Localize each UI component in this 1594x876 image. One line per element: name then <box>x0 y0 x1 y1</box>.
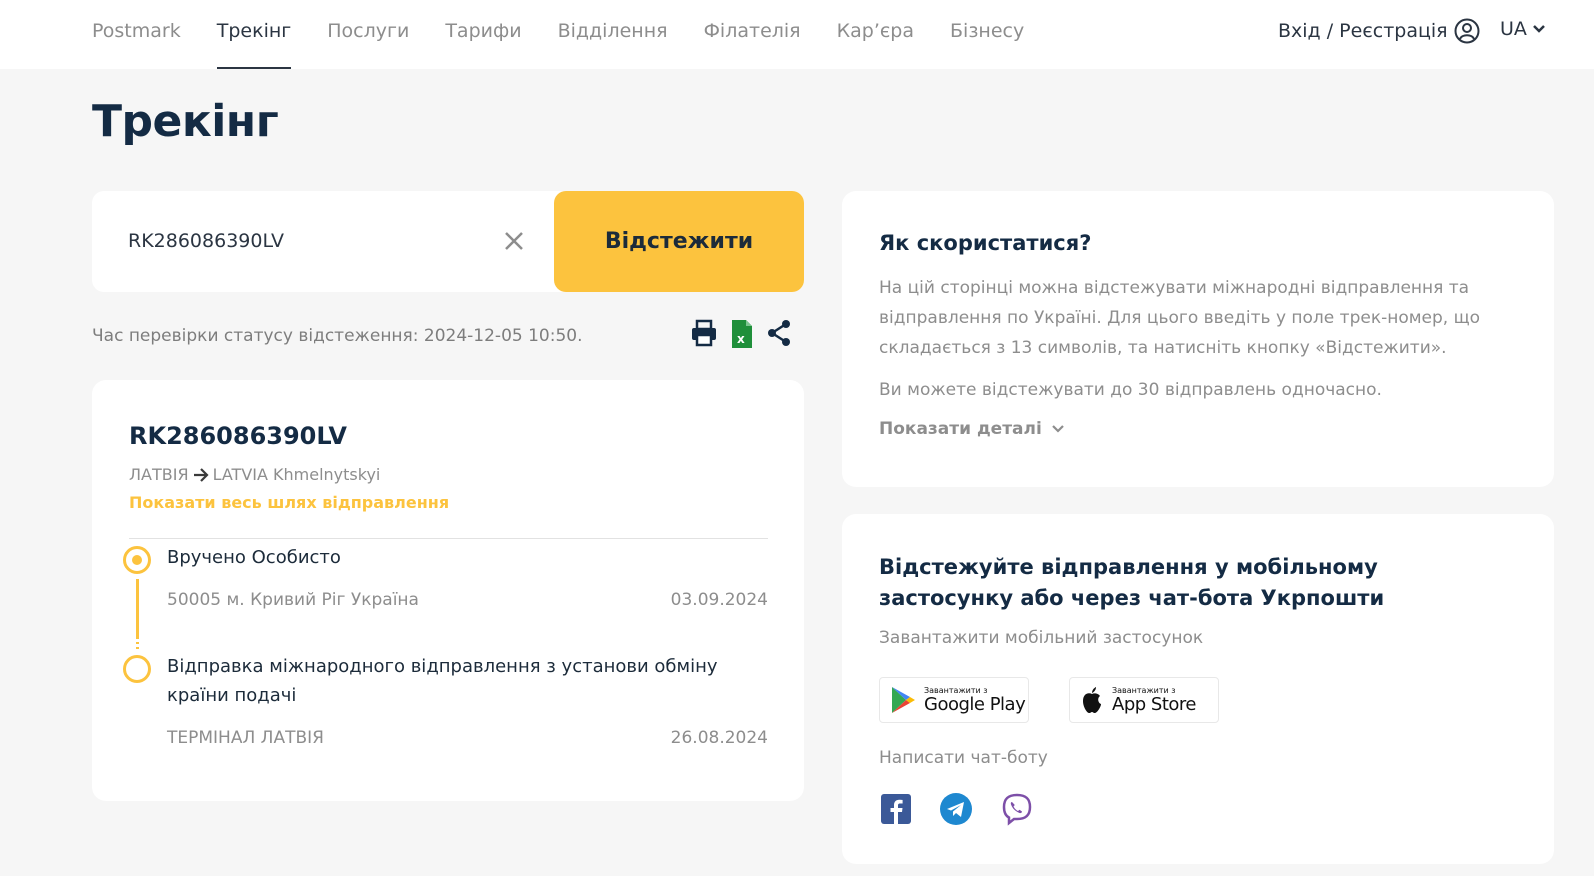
arrow-right-icon <box>193 467 209 482</box>
event-date: 26.08.2024 <box>670 728 768 748</box>
chevron-down-icon <box>1533 25 1545 33</box>
tracking-number: RK286086390LV <box>129 422 347 450</box>
nav-item-tariffs[interactable]: Тарифи <box>445 18 521 69</box>
print-icon[interactable] <box>690 319 718 353</box>
route: ЛАТВІЯ LATVIA Khmelnytskyi <box>129 465 380 484</box>
mobile-app-card: Відстежуйте відправлення у мобільному за… <box>842 514 1554 864</box>
event-date: 03.09.2024 <box>670 590 768 610</box>
tracking-tools: x <box>690 319 804 353</box>
excel-icon[interactable]: x <box>730 319 754 353</box>
timeline-dot-current <box>123 546 151 574</box>
chevron-down-icon <box>1052 425 1064 433</box>
viber-icon[interactable] <box>1000 792 1034 826</box>
help-limit-text: Ви можете відстежувати до 30 відправлень… <box>879 380 1382 400</box>
tracking-search: Відстежити <box>92 191 804 292</box>
show-details-toggle[interactable]: Показати деталі <box>879 419 1064 439</box>
timeline-dotted-line <box>136 637 139 651</box>
login-label: Вхід / Реєстрація <box>1278 20 1448 42</box>
event-place: ТЕРМІНАЛ ЛАТВІЯ <box>167 728 324 748</box>
top-navigation: Postmark Трекінг Послуги Тарифи Відділен… <box>0 0 1594 69</box>
nav-item-services[interactable]: Послуги <box>327 18 409 69</box>
timeline-line <box>136 579 139 637</box>
google-play-badge[interactable]: Завантажити з Google Play <box>879 677 1029 723</box>
telegram-icon[interactable] <box>939 792 973 826</box>
tracking-number-input[interactable] <box>128 225 488 257</box>
app-store-text: App Store <box>1112 693 1196 715</box>
event-place: 50005 м. Кривий Ріг Україна <box>167 590 419 610</box>
page-title: Трекінг <box>92 96 279 147</box>
app-store-badge[interactable]: Завантажити з App Store <box>1069 677 1219 723</box>
status-check-time: Час перевірки статусу відстеження: 2024-… <box>92 326 583 346</box>
nav-item-business[interactable]: Бізнесу <box>950 18 1024 69</box>
show-details-label: Показати деталі <box>879 419 1042 439</box>
show-full-path-link[interactable]: Показати весь шлях відправлення <box>129 493 449 512</box>
language-label: UA <box>1500 18 1527 40</box>
nav-item-tracking[interactable]: Трекінг <box>216 18 291 69</box>
share-icon[interactable] <box>766 319 792 353</box>
event-title: Відправка міжнародного відправлення з ус… <box>167 656 718 706</box>
divider <box>129 538 768 539</box>
google-play-icon <box>892 687 915 713</box>
help-text: На цій сторінці можна відстежувати міжна… <box>879 278 1481 358</box>
facebook-icon[interactable] <box>879 792 913 826</box>
nav-item-career[interactable]: Кар’єра <box>837 18 914 69</box>
apple-icon <box>1083 687 1101 713</box>
login-button[interactable]: Вхід / Реєстрація <box>1278 18 1480 44</box>
tracking-result-card: RK286086390LV ЛАТВІЯ LATVIA Khmelnytskyi… <box>92 380 804 801</box>
app-title: Відстежуйте відправлення у мобільному за… <box>879 555 1385 610</box>
event-title: Вручено Особисто <box>167 547 341 568</box>
language-selector[interactable]: UA <box>1500 18 1545 40</box>
route-destination: LATVIA Khmelnytskyi <box>212 465 381 484</box>
main-nav: Postmark Трекінг Послуги Тарифи Відділен… <box>92 18 1060 69</box>
google-play-text: Google Play <box>924 693 1026 715</box>
nav-item-branches[interactable]: Відділення <box>558 18 668 69</box>
nav-item-philately[interactable]: Філателія <box>704 18 801 69</box>
how-to-use-card: Як скористатися? На цій сторінці можна в… <box>842 191 1554 487</box>
route-origin: ЛАТВІЯ <box>129 465 189 484</box>
timeline-dot <box>123 655 151 683</box>
download-app-label: Завантажити мобільний застосунок <box>879 628 1204 648</box>
user-icon <box>1454 18 1480 44</box>
track-button[interactable]: Відстежити <box>554 191 804 292</box>
chatbot-label: Написати чат-боту <box>879 748 1048 768</box>
svg-text:x: x <box>737 332 745 346</box>
help-title: Як скористатися? <box>879 231 1092 255</box>
close-icon[interactable] <box>502 229 526 253</box>
nav-item-postmark[interactable]: Postmark <box>92 18 181 69</box>
